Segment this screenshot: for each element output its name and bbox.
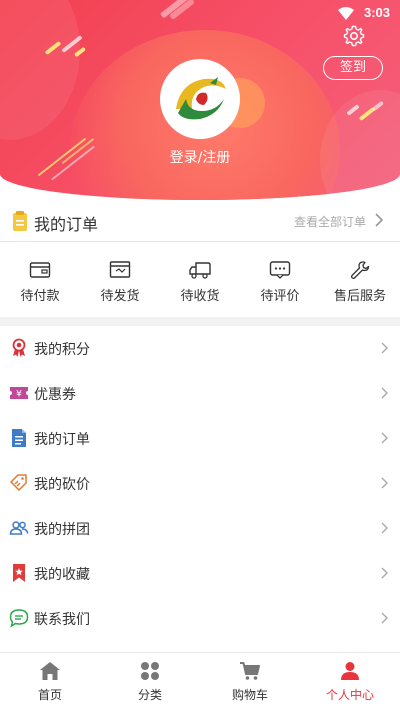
- profile-menu: 我的积分 ¥ 优惠券 我的订单 我的砍价 我的拼团 我的收藏 联系我们: [0, 326, 400, 641]
- menu-item-label: 我的拼团: [34, 522, 90, 538]
- nav-tab-home[interactable]: 首页: [0, 653, 100, 710]
- section-divider: [0, 317, 400, 326]
- nav-tab-label: 首页: [37, 688, 62, 702]
- category-icon: [141, 662, 159, 680]
- order-status-label: 待付款: [20, 289, 60, 304]
- order-status-label: 待评价: [260, 289, 300, 304]
- app-logo-icon: [176, 77, 226, 120]
- wrench-icon: [350, 261, 370, 280]
- truck-icon: [189, 262, 211, 279]
- gear-icon[interactable]: [342, 24, 366, 48]
- menu-item-label: 优惠券: [34, 387, 76, 403]
- chevron-right-icon: [381, 612, 388, 624]
- chevron-right-icon: [381, 387, 388, 399]
- chevron-right-icon: [381, 567, 388, 579]
- group-icon: [9, 521, 29, 535]
- order-status-pending-payment[interactable]: 待付款: [0, 243, 80, 317]
- nav-tab-profile[interactable]: 个人中心: [300, 653, 400, 710]
- package-icon: [109, 261, 131, 278]
- comment-icon: [269, 261, 291, 279]
- status-time: 3:03: [363, 5, 390, 20]
- bookmark-icon: [13, 564, 25, 582]
- nav-tab-label: 购物车: [231, 688, 268, 702]
- nav-tab-label: 分类: [137, 688, 162, 702]
- chevron-right-icon: [381, 432, 388, 444]
- home-icon: [40, 662, 60, 680]
- menu-item-bargain[interactable]: 我的砍价: [0, 461, 400, 506]
- menu-item-favorites[interactable]: 我的收藏: [0, 551, 400, 596]
- chevron-right-icon: [381, 342, 388, 354]
- order-status-label: 待收货: [180, 289, 220, 304]
- checkin-button[interactable]: 签到: [323, 56, 383, 80]
- order-status-label: 售后服务: [333, 289, 386, 304]
- menu-item-coupons[interactable]: ¥ 优惠券: [0, 371, 400, 416]
- order-status-pending-receipt[interactable]: 待收货: [160, 243, 240, 317]
- chevron-right-icon: [381, 522, 388, 534]
- login-register-link[interactable]: 登录/注册: [0, 147, 400, 167]
- menu-item-group-buy[interactable]: 我的拼团: [0, 506, 400, 551]
- status-bar: 3:03: [0, 0, 400, 26]
- chat-icon: [9, 609, 29, 628]
- avatar[interactable]: [160, 59, 240, 139]
- document-icon: [12, 429, 26, 447]
- nav-tab-cart[interactable]: 购物车: [200, 653, 300, 710]
- menu-item-label: 联系我们: [34, 612, 90, 628]
- award-icon: [12, 338, 26, 357]
- header-decoration: [320, 90, 400, 200]
- bottom-navigation: 首页 分类 购物车 个人中心: [0, 652, 400, 710]
- chevron-right-icon[interactable]: [374, 213, 384, 227]
- nav-tab-label: 个人中心: [325, 688, 374, 702]
- view-all-orders-link[interactable]: 查看全部订单: [294, 213, 366, 230]
- menu-item-label: 我的积分: [34, 342, 90, 358]
- order-status-pending-shipment[interactable]: 待发货: [80, 243, 160, 317]
- my-orders-title: 我的订单: [34, 215, 99, 234]
- my-orders-header: 我的订单 查看全部订单: [0, 200, 400, 242]
- menu-item-label: 我的收藏: [34, 567, 90, 583]
- cart-icon: [240, 662, 260, 680]
- wallet-icon: [29, 262, 51, 278]
- order-status-after-sales[interactable]: 售后服务: [320, 243, 400, 317]
- order-status-pending-review[interactable]: 待评价: [240, 243, 320, 317]
- user-icon: [341, 662, 359, 680]
- price-tag-icon: [10, 474, 27, 491]
- clipboard-icon: [13, 211, 27, 231]
- menu-item-orders[interactable]: 我的订单: [0, 416, 400, 461]
- svg-text:¥: ¥: [16, 390, 22, 400]
- wifi-icon: [338, 7, 354, 20]
- menu-item-contact-us[interactable]: 联系我们: [0, 596, 400, 641]
- order-status-label: 待发货: [100, 289, 140, 304]
- menu-item-points[interactable]: 我的积分: [0, 326, 400, 371]
- menu-item-label: 我的订单: [34, 432, 90, 448]
- profile-header: 3:03 签到 登录/注册: [0, 0, 400, 200]
- coupon-icon: ¥: [10, 387, 28, 400]
- nav-tab-category[interactable]: 分类: [100, 653, 200, 710]
- chevron-right-icon: [381, 477, 388, 489]
- menu-item-label: 我的砍价: [34, 477, 90, 493]
- order-status-row: 待付款 待发货 待收货 待评价 售后服务: [0, 243, 400, 317]
